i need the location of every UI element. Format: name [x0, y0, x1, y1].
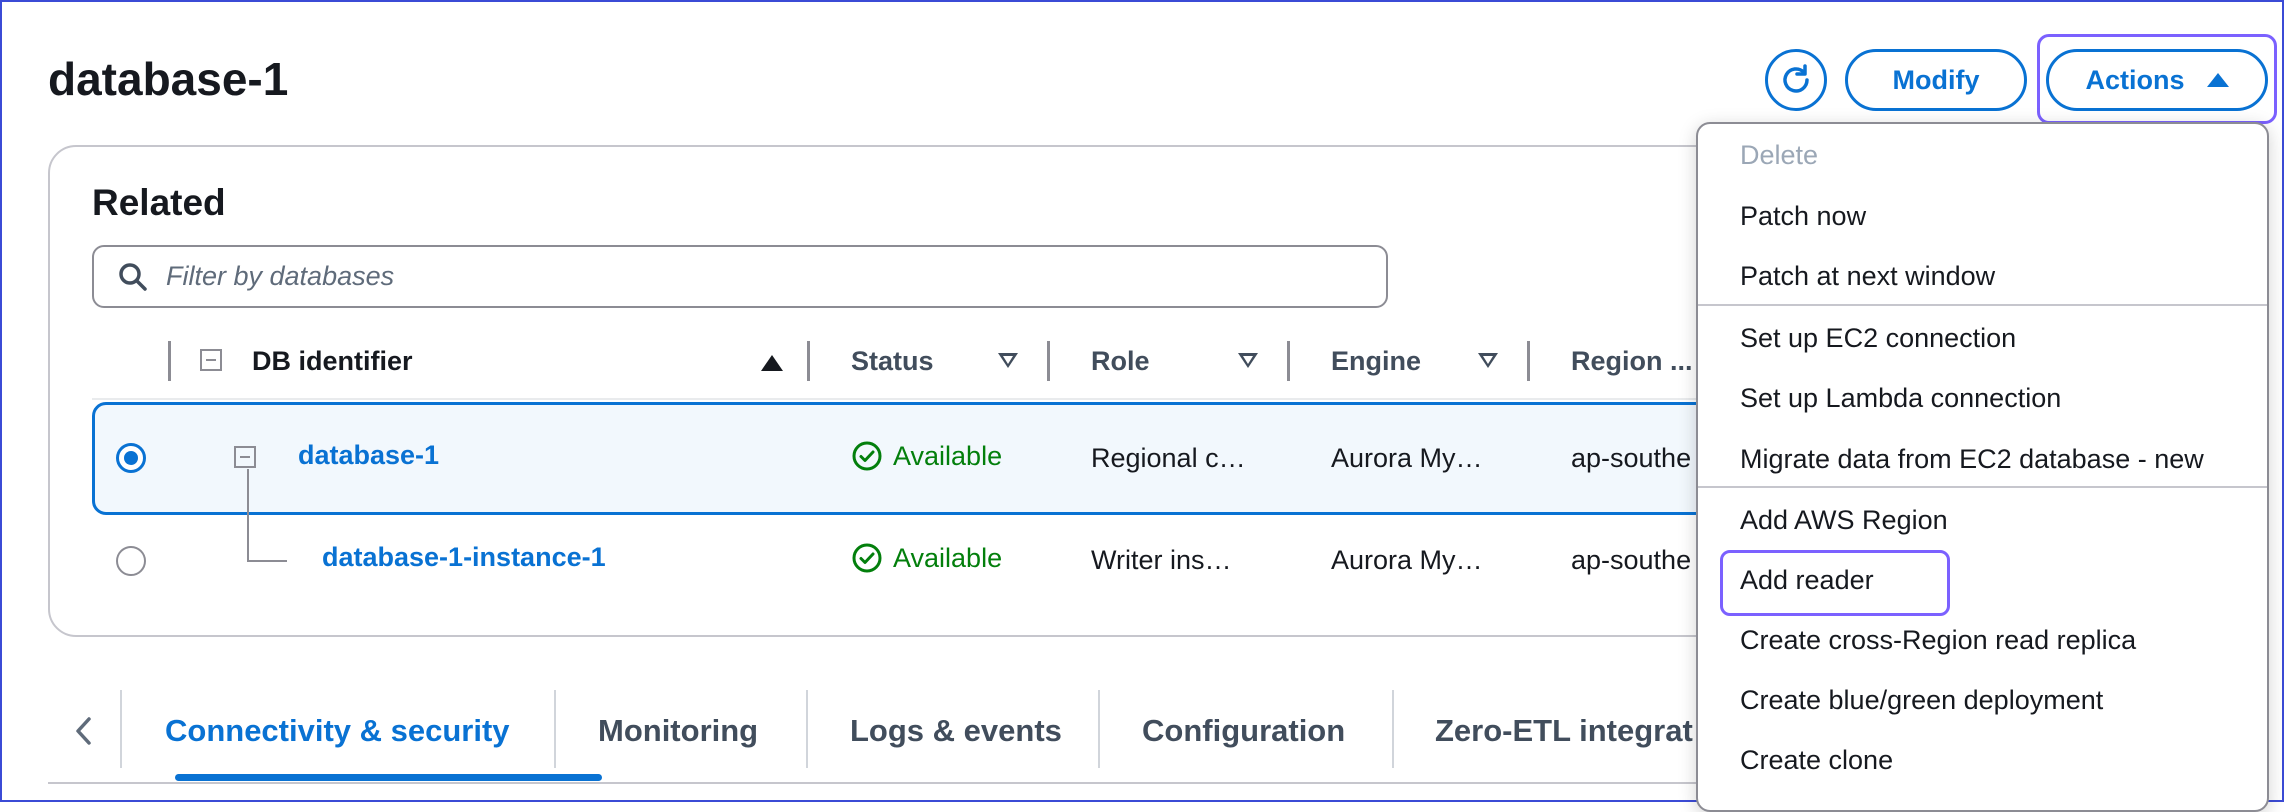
actions-button[interactable]: Actions [2046, 49, 2268, 111]
header-divider [92, 398, 1746, 400]
check-circle-icon [852, 543, 882, 573]
menu-item-create-clone[interactable]: Create clone [1740, 745, 1893, 776]
detail-tabs: Connectivity & security Monitoring Logs … [48, 680, 1693, 782]
menu-item-setup-lambda[interactable]: Set up Lambda connection [1740, 383, 2061, 414]
status-text: Available [893, 440, 1003, 471]
actions-dropdown-menu: Delete Patch now Patch at next window Se… [1696, 122, 2269, 812]
filter-field[interactable] [92, 245, 1388, 308]
related-title: Related [92, 182, 226, 223]
sort-ascending-icon[interactable] [761, 355, 783, 371]
column-header-region[interactable]: Region ... [1571, 346, 1693, 377]
menu-item-blue-green[interactable]: Create blue/green deployment [1740, 685, 2103, 716]
modify-button[interactable]: Modify [1845, 49, 2027, 111]
engine-cell: Aurora My… [1331, 545, 1483, 575]
db-identifier-link[interactable]: database-1-instance-1 [322, 542, 606, 573]
tabs-divider [48, 782, 1698, 784]
menu-item-add-aws-region[interactable]: Add AWS Region [1740, 505, 1948, 536]
region-cell: ap-southe [1571, 443, 1692, 473]
tab-divider [1098, 690, 1100, 768]
active-tab-indicator [175, 774, 602, 781]
tab-divider [120, 690, 122, 768]
menu-item-add-reader[interactable]: Add reader [1740, 565, 1874, 596]
column-header-status[interactable]: Status [851, 346, 934, 377]
filter-input[interactable] [164, 260, 1318, 293]
check-circle-icon [852, 441, 882, 471]
collapse-all-icon[interactable] [200, 349, 222, 371]
menu-item-delete: Delete [1740, 140, 1819, 170]
menu-divider [1698, 486, 2267, 488]
status-text: Available [893, 542, 1003, 573]
column-divider[interactable] [1287, 341, 1290, 381]
tree-line [247, 517, 249, 561]
caret-up-icon [2206, 73, 2229, 87]
menu-item-patch-now[interactable]: Patch now [1740, 201, 1866, 232]
refresh-button[interactable] [1765, 49, 1827, 111]
tab-divider [1392, 690, 1394, 768]
status-available: Available [851, 440, 1002, 472]
region-cell: ap-southe [1571, 545, 1692, 575]
chevron-left-icon[interactable] [74, 716, 94, 746]
row-radio[interactable] [116, 546, 146, 576]
tab-zero-etl-integrations[interactable]: Zero-ETL integrat [1435, 680, 1693, 782]
search-icon [119, 262, 147, 291]
tab-divider [554, 690, 556, 768]
page-title: database-1 [48, 53, 289, 105]
column-divider[interactable] [807, 341, 810, 381]
related-panel: Related DB identifier Status Role Engine… [48, 145, 1748, 637]
tab-monitoring[interactable]: Monitoring [598, 680, 758, 782]
column-divider[interactable] [1527, 341, 1530, 381]
tree-line [247, 560, 287, 562]
status-available: Available [851, 542, 1002, 574]
column-header-db-identifier[interactable]: DB identifier [252, 346, 413, 377]
column-divider [168, 341, 171, 381]
tab-logs-events[interactable]: Logs & events [850, 680, 1062, 782]
engine-cell: Aurora My… [1331, 443, 1483, 473]
column-divider[interactable] [1047, 341, 1050, 381]
role-cell: Writer ins… [1091, 545, 1232, 575]
column-header-engine[interactable]: Engine [1331, 346, 1421, 377]
menu-item-setup-ec2[interactable]: Set up EC2 connection [1740, 323, 2016, 354]
menu-divider [1698, 304, 2267, 306]
column-header-role[interactable]: Role [1091, 346, 1150, 377]
tab-configuration[interactable]: Configuration [1142, 680, 1345, 782]
row-radio-selected[interactable] [116, 443, 146, 473]
menu-item-patch-next-window[interactable]: Patch at next window [1740, 261, 1995, 292]
tab-connectivity-security[interactable]: Connectivity & security [165, 680, 510, 782]
db-identifier-link[interactable]: database-1 [298, 440, 439, 471]
refresh-icon [1783, 64, 1809, 93]
menu-item-cross-region-replica[interactable]: Create cross-Region read replica [1740, 625, 2136, 656]
collapse-row-icon[interactable] [234, 446, 256, 468]
menu-item-migrate-ec2[interactable]: Migrate data from EC2 database - new [1740, 444, 2204, 475]
tab-divider [806, 690, 808, 768]
actions-button-label: Actions [2085, 64, 2185, 95]
role-cell: Regional c… [1091, 443, 1246, 473]
